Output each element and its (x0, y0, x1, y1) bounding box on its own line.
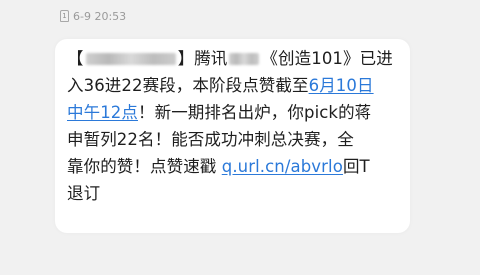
line5-text: 靠你的赞！点赞速戳 (67, 157, 222, 176)
line6-text: 退订 (67, 184, 101, 203)
message-line-4: 申暂列22名！能否成功冲刺总决赛，全 (67, 126, 398, 153)
message-line-5: 靠你的赞！点赞速戳 q.url.cn/abvrlo回T (67, 153, 398, 180)
redacted-sender-block (85, 53, 176, 65)
sms-message-body: 【 】腾讯 《创造101》已进 入36进22赛段，本阶段点赞截至6月10日 中午12… (67, 45, 398, 207)
time-link[interactable]: 中午12点 (67, 103, 138, 122)
message-line-3: 中午12点！新一期排名出炉，你pick的蒋 (67, 99, 398, 126)
sim-card-icon: 1 (60, 10, 69, 22)
sms-message-bubble[interactable]: 【 】腾讯 《创造101》已进 入36进22赛段，本阶段点赞截至6月10日 中午12… (55, 39, 410, 233)
line4-text: 申暂列22名！能否成功冲刺总决赛，全 (67, 130, 354, 149)
line2-text: 入36进22赛段，本阶段点赞截至 (67, 76, 309, 95)
date-link[interactable]: 6月10日 (309, 76, 374, 95)
message-line-6: 退订 (67, 180, 398, 207)
bracket-open: 【 (67, 49, 84, 68)
url-link[interactable]: q.url.cn/abvrlo (222, 157, 343, 176)
message-line-2: 入36进22赛段，本阶段点赞截至6月10日 (67, 72, 398, 99)
sender-suffix: 】腾讯 (177, 49, 228, 68)
timestamp-text: 6-9 20:53 (73, 9, 127, 23)
line1-rest: 《创造101》已进 (261, 49, 393, 68)
unsubscribe-code: 回T (342, 157, 370, 176)
message-timestamp: 1 6-9 20:53 (60, 9, 126, 23)
line3-text: ！新一期排名出炉，你pick的蒋 (138, 103, 372, 122)
message-line-1: 【 】腾讯 《创造101》已进 (67, 45, 398, 72)
redacted-service-block (229, 53, 260, 65)
